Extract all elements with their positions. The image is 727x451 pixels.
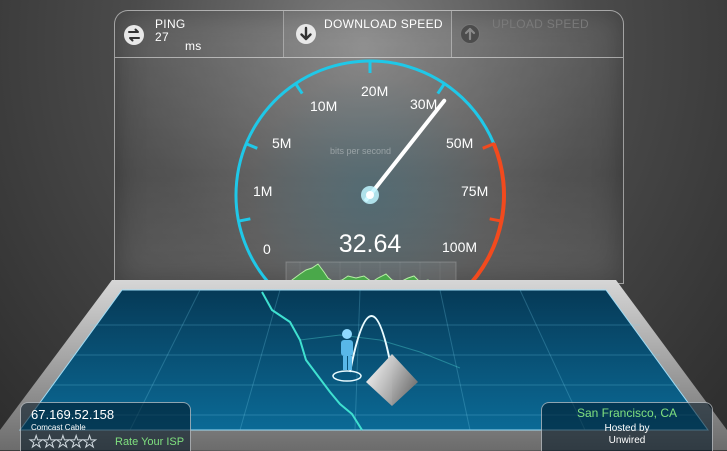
gauge-tick xyxy=(293,81,304,95)
gauge-tick xyxy=(244,141,258,150)
scale-label-50m: 50M xyxy=(446,135,474,151)
hosted-by-label: Hosted by xyxy=(604,423,650,434)
scale-label-0: 0 xyxy=(263,241,271,257)
current-speed-value: 32.64 xyxy=(338,230,402,258)
scale-label-1m: 1M xyxy=(253,183,273,199)
client-info-box: 67.169.52.158 Comcast Cable ★★★★★ Rate Y… xyxy=(20,402,191,451)
scale-label-20m: 20M xyxy=(361,83,389,99)
isp-rating-stars[interactable]: ★★★★★ xyxy=(29,432,98,451)
needle-hub-center xyxy=(366,191,374,199)
server-info-box[interactable]: San Francisco, CA Hosted by Unwired xyxy=(541,402,713,451)
gauge-tick xyxy=(436,81,447,95)
scale-label-75m: 75M xyxy=(461,183,489,199)
rate-isp-link[interactable]: Rate Your ISP xyxy=(115,436,184,448)
isp-name: Comcast Cable xyxy=(31,423,86,432)
scale-label-10m: 10M xyxy=(310,98,338,114)
scale-label-100m: 100M xyxy=(442,239,478,255)
scale-label-5m: 5M xyxy=(272,135,292,151)
gauge-unit-caption: bits per second xyxy=(330,146,392,156)
server-host-name: Unwired xyxy=(608,435,646,446)
server-location[interactable]: San Francisco, CA xyxy=(542,406,712,420)
scale-label-30m: 30M xyxy=(410,96,438,112)
client-ip-address: 67.169.52.158 xyxy=(31,407,115,422)
